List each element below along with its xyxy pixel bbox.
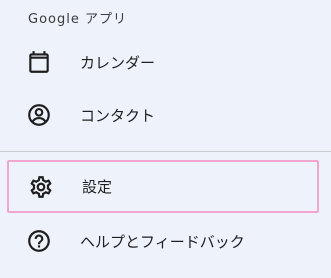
gear-icon	[28, 174, 54, 200]
menu-item-label: ヘルプとフィードバック	[80, 232, 245, 251]
menu-item-label: 設定	[82, 178, 113, 196]
menu-item-label: カレンダー	[80, 53, 156, 72]
menu-item-settings[interactable]: 設定	[7, 160, 319, 213]
divider	[0, 151, 331, 152]
side-menu: Google アプリ カレンダー コンタクト 設定 ヘルプとフィードバック	[0, 0, 331, 278]
section-header: Google アプリ	[28, 12, 127, 27]
menu-item-contacts[interactable]: コンタクト	[0, 89, 331, 141]
contacts-icon	[26, 102, 52, 128]
menu-item-help[interactable]: ヘルプとフィードバック	[0, 215, 331, 267]
help-icon	[26, 228, 52, 254]
menu-item-calendar[interactable]: カレンダー	[0, 36, 331, 88]
calendar-icon	[26, 49, 52, 75]
menu-item-label: コンタクト	[80, 106, 156, 125]
